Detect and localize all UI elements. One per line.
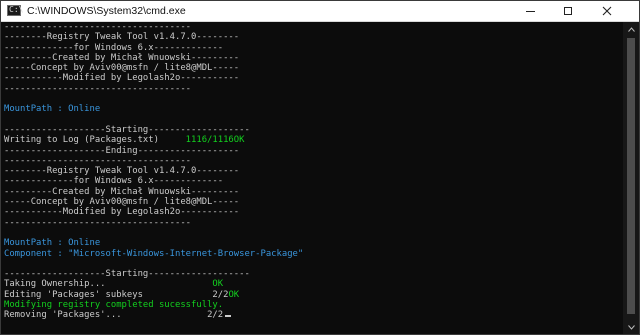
log-line: Writing to Log (Packages.txt) 1116/1116O… <box>4 135 624 145</box>
cmd-window: C:\ C:\WINDOWS\System32\cmd.exe --------… <box>0 0 640 335</box>
scrollbar-thumb[interactable] <box>627 38 635 314</box>
console-line: -----Concept by Aviv00@msfn / lite8@MDL-… <box>4 63 240 74</box>
subkeys-status-ok: OK <box>228 289 240 300</box>
removing-line: Removing 'Packages'... 2/2 <box>4 310 624 320</box>
minimize-button[interactable] <box>516 1 544 21</box>
ownership-line: Taking Ownership... OK <box>4 279 624 289</box>
console-output[interactable]: ----------------------------------- ----… <box>3 22 624 334</box>
console-line: ----------------------------------- <box>4 155 192 166</box>
removing-text: Removing 'Packages'... <box>4 310 122 321</box>
console-line: ----------------------------------- <box>4 83 192 94</box>
mountpath-line: MountPath : Online <box>4 104 101 115</box>
window-title: C:\WINDOWS\System32\cmd.exe <box>27 5 186 17</box>
log-status-ok: OK <box>233 135 245 146</box>
minimize-icon <box>525 10 535 12</box>
success-line: Modifying registry completed sucessfully… <box>4 300 224 311</box>
scroll-down-button[interactable] <box>623 320 639 334</box>
console-line: ---------Created by Michał Wnuowski-----… <box>4 52 240 63</box>
log-line-text: Writing to Log (Packages.txt) <box>4 135 159 146</box>
console-line: -------------for Windows 6.x------------… <box>4 176 224 187</box>
console-line: ---------Created by Michał Wnuowski-----… <box>4 186 240 197</box>
text-cursor <box>225 315 232 318</box>
maximize-icon <box>564 7 572 15</box>
title-bar[interactable]: C:\ C:\WINDOWS\System32\cmd.exe <box>1 1 639 22</box>
removing-count: 2/2 <box>207 310 224 321</box>
subkeys-count: 2/2 <box>212 289 229 300</box>
subkeys-line: Editing 'Packages' subkeys 2/2OK <box>4 290 624 300</box>
ownership-text: Taking Ownership... <box>4 279 106 290</box>
close-button[interactable] <box>593 1 621 21</box>
cmd-icon-glyph: C:\ <box>9 5 24 14</box>
log-progress-count: 1116/1116 <box>185 135 234 146</box>
chevron-down-icon <box>627 324 635 330</box>
component-line: Component : "Microsoft-Windows-Internet-… <box>4 248 304 259</box>
console-line: --------Registry Tweak Tool v1.4.7.0----… <box>4 166 240 177</box>
subkeys-text: Editing 'Packages' subkeys <box>4 289 143 300</box>
console-line: ----------------------------------- <box>4 22 192 32</box>
chevron-up-icon <box>627 26 635 32</box>
maximize-button[interactable] <box>554 1 582 21</box>
console-line: ----------------------------------- <box>4 217 192 228</box>
console-line: -------------------Starting-------------… <box>4 124 250 135</box>
cmd-icon: C:\ <box>7 5 24 16</box>
console-line: -----------Modified by Legolash2o-------… <box>4 207 240 218</box>
console-line: -------------------Ending---------------… <box>4 145 240 156</box>
console-line: -------------for Windows 6.x------------… <box>4 42 224 53</box>
console-line: --------Registry Tweak Tool v1.4.7.0----… <box>4 32 240 43</box>
vertical-scrollbar[interactable] <box>623 22 639 334</box>
console-line: -------------------Starting-------------… <box>4 269 250 280</box>
close-icon <box>602 6 612 16</box>
console-line: -----Concept by Aviv00@msfn / lite8@MDL-… <box>4 197 240 208</box>
mountpath-line: MountPath : Online <box>4 238 101 249</box>
scroll-up-button[interactable] <box>623 22 639 36</box>
ownership-status-ok: OK <box>212 279 224 290</box>
console-line: -----------Modified by Legolash2o-------… <box>4 73 240 84</box>
